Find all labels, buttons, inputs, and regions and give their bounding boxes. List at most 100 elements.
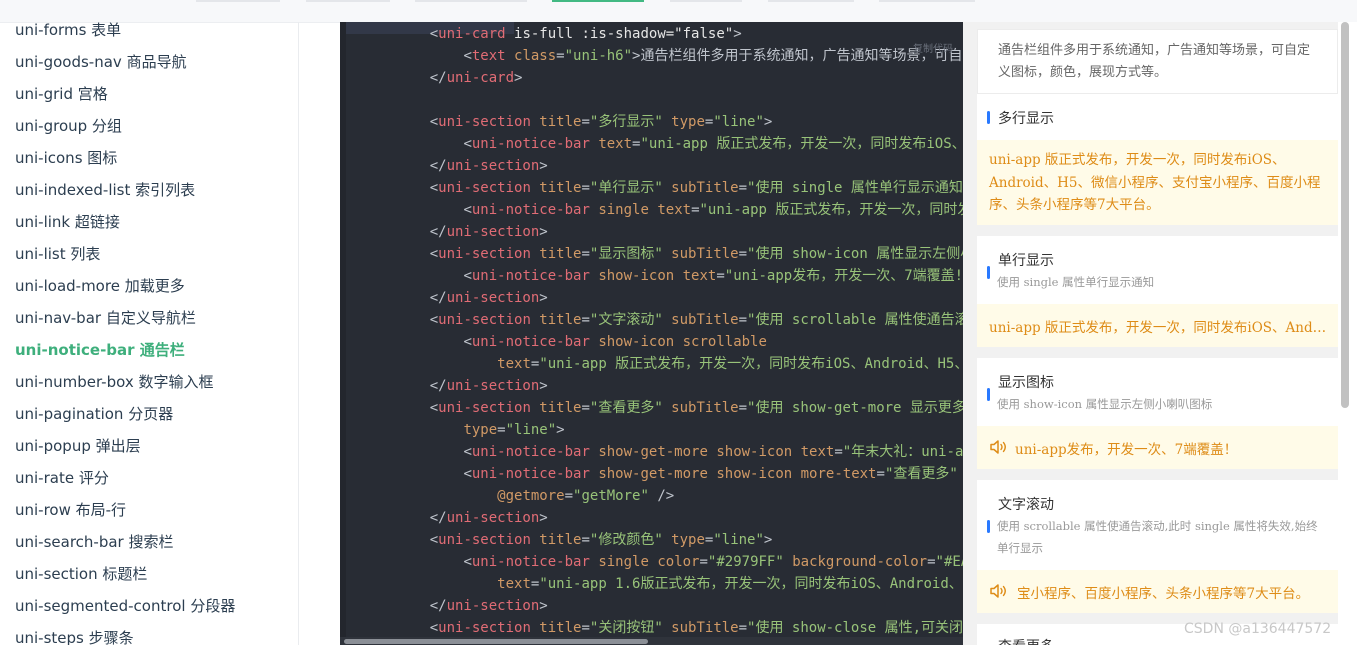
code-token: uni-section	[446, 598, 540, 614]
code-token: uni-notice-bar	[471, 268, 590, 284]
intro-text: 通告栏组件多用于系统通知，广告通知等场景，可自定义图标，颜色，展现方式等。	[998, 43, 1311, 80]
code-line: </uni-section>	[396, 375, 548, 397]
code-token: "显示图标"	[589, 246, 663, 262]
code-line: <text class="uni-h6">通告栏组件多用于系统通知，广告通知等场…	[396, 45, 963, 67]
code-token: subTitle	[662, 246, 739, 262]
code-token: <	[463, 334, 472, 350]
watermark: CSDN @a136447572	[1184, 621, 1332, 637]
sidebar-item-uni-group[interactable]: uni-group 分组	[15, 116, 122, 136]
code-token: uni-notice-bar	[471, 554, 590, 570]
code-token: show-icon	[589, 268, 675, 284]
code-token: title	[530, 180, 582, 196]
code-token: <	[463, 48, 472, 64]
sidebar-item-uni-steps[interactable]: uni-steps 步骤条	[15, 628, 134, 645]
code-token: text	[497, 576, 531, 592]
sidebar-item-uni-notice-bar[interactable]: uni-notice-bar 通告栏	[15, 340, 185, 360]
sidebar-item-uni-section[interactable]: uni-section 标题栏	[15, 564, 147, 584]
top-tab[interactable]	[879, 0, 975, 2]
sidebar-item-uni-list[interactable]: uni-list 列表	[15, 244, 100, 264]
sidebar-item-uni-icons[interactable]: uni-icons 图标	[15, 148, 117, 168]
code-token: uni-section	[438, 620, 531, 636]
code-token: subTitle	[662, 400, 739, 416]
sidebar-item-uni-segmented-control[interactable]: uni-segmented-control 分段器	[15, 596, 235, 616]
code-token: uni-section	[438, 532, 531, 548]
code-token: =	[581, 246, 590, 262]
code-gutter	[340, 22, 346, 637]
code-token: =	[699, 554, 708, 570]
code-horizontal-scrollbar[interactable]	[340, 637, 963, 645]
code-line: <uni-notice-bar show-get-more show-icon …	[396, 441, 963, 463]
code-token: title	[530, 312, 582, 328]
top-tab-active[interactable]	[552, 0, 644, 2]
code-line: <uni-section title="修改颜色" type="line">	[396, 529, 773, 551]
sidebar-item-uni-search-bar[interactable]: uni-search-bar 搜索栏	[15, 532, 173, 552]
code-token: title	[530, 246, 582, 262]
sidebar-item-uni-link[interactable]: uni-link 超链接	[15, 212, 120, 232]
sidebar-item-uni-row[interactable]: uni-row 布局-行	[15, 500, 126, 520]
code-token: title	[530, 400, 582, 416]
sidebar-item-uni-rate[interactable]: uni-rate 评分	[15, 468, 109, 488]
code-token: </	[429, 224, 447, 240]
sidebar-item-uni-number-box[interactable]: uni-number-box 数字输入框	[15, 372, 213, 392]
code-token: show-icon	[589, 334, 675, 350]
code-token: type	[662, 114, 705, 130]
code-line: </uni-section>	[396, 221, 548, 243]
code-token: <	[463, 268, 472, 284]
sidebar-item-uni-grid[interactable]: uni-grid 宫格	[15, 84, 108, 104]
code-token: color	[648, 554, 700, 570]
top-tab-bar	[0, 0, 1357, 23]
code-token: "多行显示"	[589, 114, 663, 130]
notice-bar-single: uni-app 版正式发布，开发一次，同时发布iOS、And…	[977, 304, 1338, 347]
sidebar-item-uni-load-more[interactable]: uni-load-more 加载更多	[15, 276, 185, 296]
code-line: <uni-card is-full :is-shadow="false">	[396, 23, 742, 45]
sidebar-item-uni-indexed-list[interactable]: uni-indexed-list 索引列表	[15, 180, 195, 200]
top-tab[interactable]	[306, 0, 390, 2]
top-tab[interactable]	[768, 0, 854, 2]
top-tab[interactable]	[670, 0, 742, 2]
code-token: "uni-app 1.6版正式发布，开发一次，同时发布iOS、Android、H	[539, 576, 963, 592]
section-subtitle: 使用 show-icon 属性显示左侧小喇叭图标	[997, 397, 1213, 411]
code-token: =	[738, 312, 748, 328]
sidebar-item-uni-goods-nav[interactable]: uni-goods-nav 商品导航	[15, 52, 187, 72]
code-token: "uni-app 版正式发布，开发一次，同时发布iOS、Android、H5、	[539, 356, 963, 372]
code-token: uni-notice-bar	[471, 136, 590, 152]
sidebar-item-uni-popup[interactable]: uni-popup 弹出层	[15, 436, 141, 456]
code-token: subTitle	[662, 180, 739, 196]
code-scroll-thumb[interactable]	[344, 639, 648, 644]
notice-text: 宝小程序、百度小程序、头条小程序等7大平台。	[1017, 586, 1310, 602]
preview-vertical-scrollbar[interactable]	[1338, 22, 1357, 645]
top-tab[interactable]	[196, 0, 280, 2]
preview-scroll-thumb[interactable]	[1341, 22, 1349, 408]
code-token: uni-section	[438, 180, 531, 196]
code-token: class	[505, 48, 557, 64]
code-token: "line"	[713, 114, 764, 130]
code-line: </uni-section>	[396, 287, 548, 309]
code-token: is-full	[505, 26, 574, 42]
code-token: "getMore"	[573, 488, 649, 504]
code-token: =	[581, 400, 590, 416]
sidebar-item-uni-forms[interactable]: uni-forms 表单	[15, 22, 121, 40]
copy-code-hint[interactable]: 复制代码	[913, 40, 953, 55]
code-token: =	[716, 268, 725, 284]
code-token: =	[927, 554, 936, 570]
section-title: 多行显示	[998, 111, 1054, 127]
code-token: =	[581, 114, 590, 130]
code-token: =	[738, 620, 748, 636]
code-token: <	[463, 136, 472, 152]
code-block[interactable]: <uni-card is-full :is-shadow="false"> <t…	[340, 22, 963, 637]
code-token: "uni-app发布，开发一次、7端覆盖!	[724, 268, 963, 284]
code-token: "uni-app 版正式发布，开发一次，同时发	[699, 202, 964, 218]
section-title-bar	[987, 266, 990, 279]
code-token: single	[589, 202, 649, 218]
code-token: <	[429, 312, 439, 328]
top-tab[interactable]	[415, 0, 527, 2]
code-token: >	[539, 290, 548, 306]
sidebar-item-uni-pagination[interactable]: uni-pagination 分页器	[15, 404, 173, 424]
sidebar-item-uni-nav-bar[interactable]: uni-nav-bar 自定义导航栏	[15, 308, 196, 328]
